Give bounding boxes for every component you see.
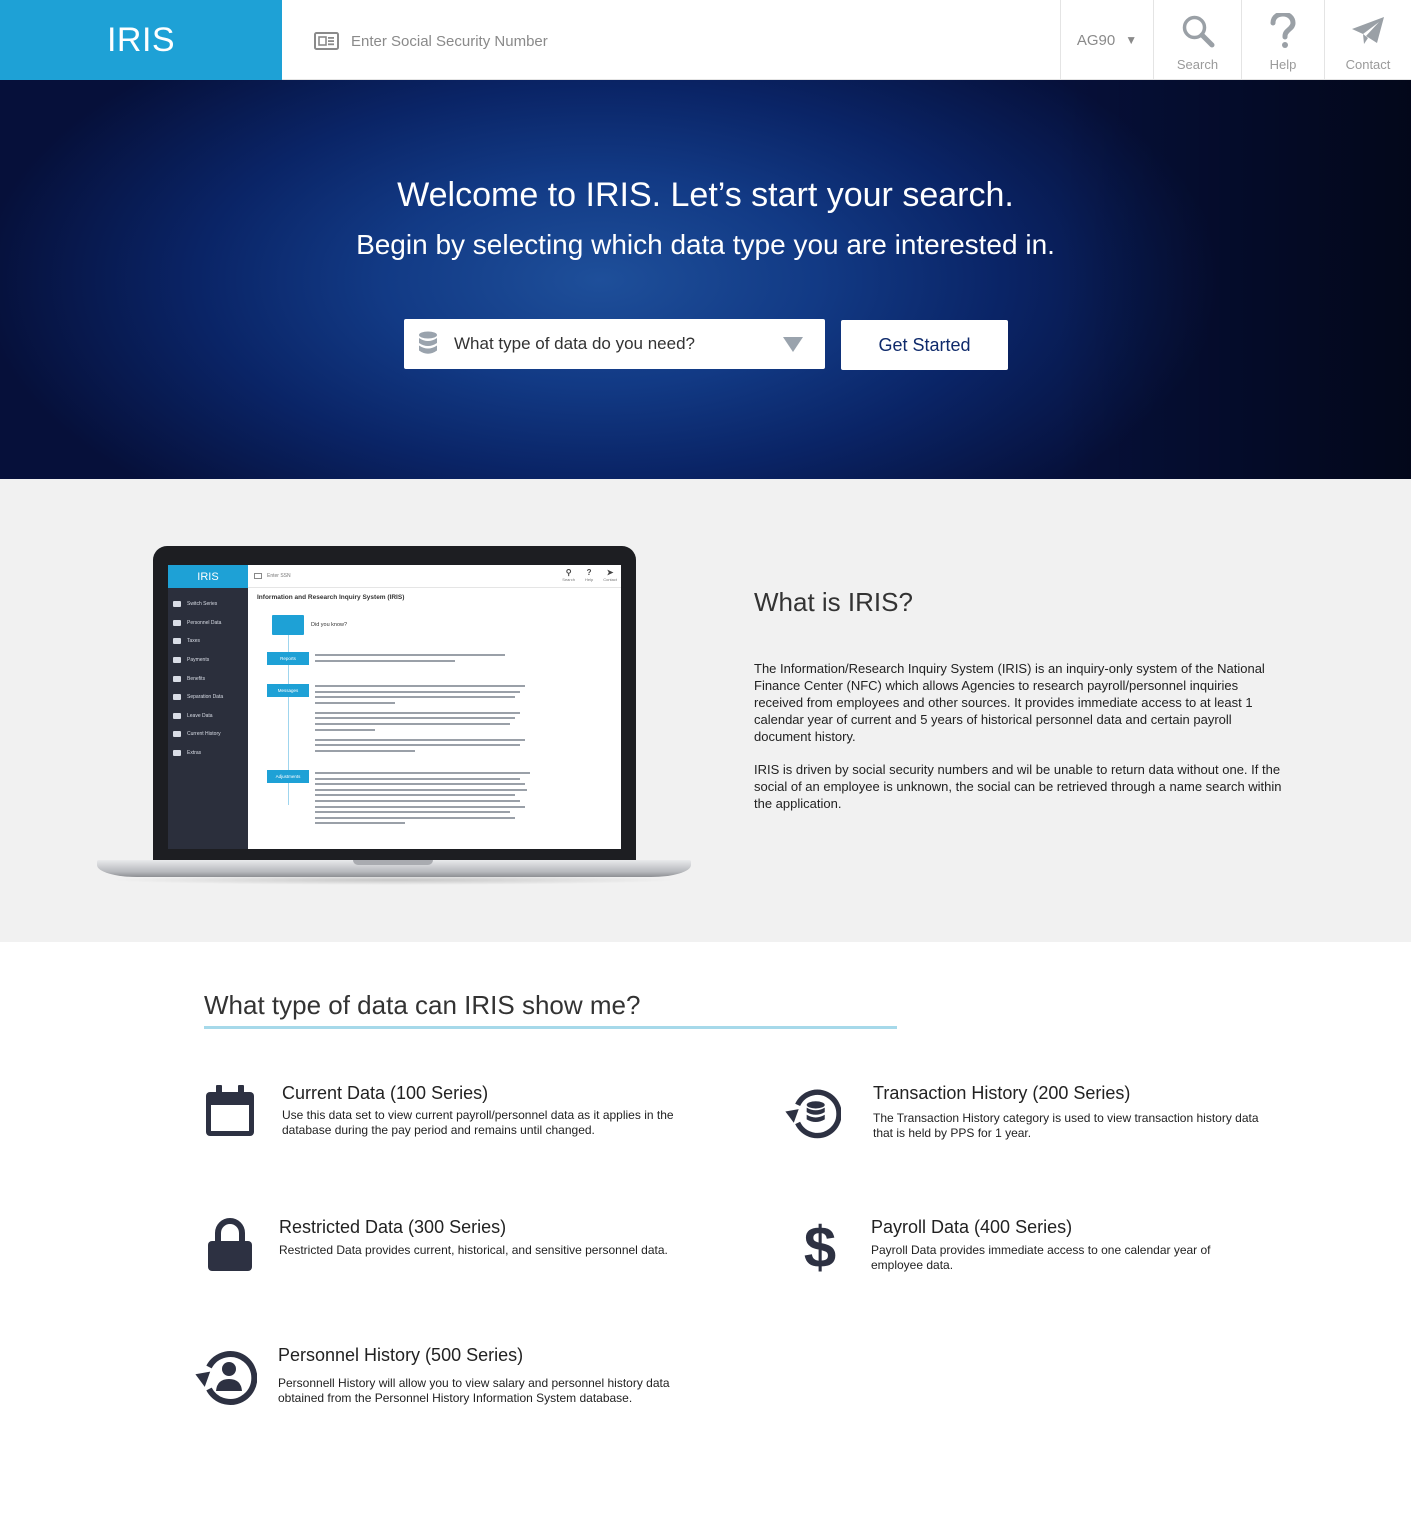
paper-plane-icon bbox=[1352, 17, 1384, 44]
data-type-description: The Transaction History category is used… bbox=[873, 1111, 1259, 1140]
mockup-menu-item: Extras bbox=[173, 744, 248, 763]
hero-banner: Welcome to IRIS. Let’s start your search… bbox=[0, 80, 1411, 479]
data-type-title: Transaction History (200 Series) bbox=[873, 1083, 1131, 1103]
about-heading: What is IRIS? bbox=[754, 587, 913, 617]
mockup-tag: Messages bbox=[267, 684, 309, 697]
user-history-icon bbox=[195, 1351, 257, 1405]
mockup-menu-item: Leave Data bbox=[173, 707, 248, 726]
mockup-ssn: Enter SSN bbox=[267, 573, 291, 579]
mockup-title: Information and Research Inquiry System … bbox=[257, 594, 405, 601]
brand-logo[interactable]: IRIS bbox=[0, 0, 282, 80]
chevron-down-icon bbox=[783, 336, 803, 352]
nav-contact-button[interactable]: Contact bbox=[1324, 0, 1411, 80]
id-card-icon bbox=[314, 32, 339, 50]
mockup-tag: Reports bbox=[267, 652, 309, 665]
ssn-input[interactable] bbox=[351, 32, 751, 50]
data-type-select[interactable]: What type of data do you need? bbox=[404, 319, 825, 369]
calendar-icon bbox=[206, 1085, 254, 1136]
nav-search-label: Search bbox=[1176, 57, 1219, 72]
mockup-sidebar: IRIS Switch Series Personnel Data Taxes … bbox=[168, 565, 248, 849]
data-type-title: Payroll Data (400 Series) bbox=[871, 1217, 1073, 1237]
agency-value: AG90 bbox=[1076, 31, 1116, 49]
about-paragraph: The Information/Research Inquiry System … bbox=[754, 661, 1265, 744]
dollar-icon: $ bbox=[804, 1215, 836, 1275]
mockup-menu-item: Current History bbox=[173, 725, 248, 744]
divider bbox=[204, 1026, 897, 1029]
svg-text:$: $ bbox=[804, 1215, 836, 1275]
app-screenshot: IRIS Switch Series Personnel Data Taxes … bbox=[168, 565, 621, 849]
ssn-search[interactable] bbox=[314, 28, 814, 54]
lock-icon bbox=[208, 1218, 252, 1271]
data-type-select-label: What type of data do you need? bbox=[454, 334, 696, 353]
data-type-card-restricted[interactable]: Restricted Data (300 Series) Restricted … bbox=[202, 1217, 722, 1277]
data-type-title: Restricted Data (300 Series) bbox=[279, 1217, 507, 1237]
data-type-title: Current Data (100 Series) bbox=[282, 1083, 489, 1103]
mockup-menu-item: Personnel Data bbox=[173, 614, 248, 633]
mockup-did-you-know: Did you know? bbox=[311, 622, 348, 628]
types-heading: What type of data can IRIS show me? bbox=[204, 990, 641, 1020]
graduation-cap-icon bbox=[272, 615, 304, 635]
top-bar: IRIS AG90 ▼ Search Help bbox=[0, 0, 1411, 80]
mockup-topbar: Enter SSN ⚲ Search ? Help ➤ Contact bbox=[248, 565, 621, 588]
hero-title: Welcome to IRIS. Let’s start your search… bbox=[397, 176, 1014, 214]
data-type-description: Personnell History will allow you to vie… bbox=[278, 1376, 670, 1405]
mockup-menu-item: Separation Data bbox=[173, 688, 248, 707]
data-type-description: Payroll Data provides immediate access t… bbox=[871, 1243, 1211, 1272]
data-type-card-payroll[interactable]: $ Payroll Data (400 Series) Payroll Data… bbox=[792, 1215, 1272, 1277]
mockup-brand: IRIS bbox=[168, 565, 248, 588]
about-paragraph: IRIS is driven by social security number… bbox=[754, 762, 1282, 811]
hero-subtitle: Begin by selecting which data type you a… bbox=[356, 229, 1055, 260]
mockup-menu-item: Taxes bbox=[173, 632, 248, 651]
nav-help-button[interactable]: Help bbox=[1241, 0, 1324, 80]
get-started-button[interactable]: Get Started bbox=[841, 320, 1008, 370]
about-section: IRIS Switch Series Personnel Data Taxes … bbox=[0, 479, 1411, 942]
data-type-card-personnel-history[interactable]: Personnel History (500 Series) Personnel… bbox=[195, 1345, 715, 1415]
search-icon bbox=[1182, 15, 1214, 48]
data-type-card-transaction-history[interactable]: Transaction History (200 Series) The Tra… bbox=[785, 1083, 1285, 1153]
data-type-title: Personnel History (500 Series) bbox=[278, 1345, 524, 1365]
database-icon bbox=[419, 331, 437, 354]
mockup-menu-item: Benefits bbox=[173, 669, 248, 688]
data-type-description: Restricted Data provides current, histor… bbox=[279, 1243, 668, 1257]
help-icon bbox=[1270, 13, 1296, 48]
nav-contact-label: Contact bbox=[1345, 57, 1391, 72]
mockup-menu-item: Payments bbox=[173, 651, 248, 670]
mockup-tag: Adjustments bbox=[267, 770, 309, 783]
database-history-icon bbox=[785, 1089, 841, 1139]
mockup-menu-item: Switch Series bbox=[173, 595, 248, 614]
data-type-card-current[interactable]: Current Data (100 Series) Use this data … bbox=[202, 1083, 722, 1153]
nav-help-label: Help bbox=[1269, 57, 1297, 72]
data-type-description: Use this data set to view current payrol… bbox=[282, 1108, 674, 1137]
chevron-down-icon: ▼ bbox=[1125, 33, 1138, 47]
agency-dropdown[interactable]: AG90 ▼ bbox=[1060, 0, 1153, 80]
nav-search-button[interactable]: Search bbox=[1153, 0, 1241, 80]
